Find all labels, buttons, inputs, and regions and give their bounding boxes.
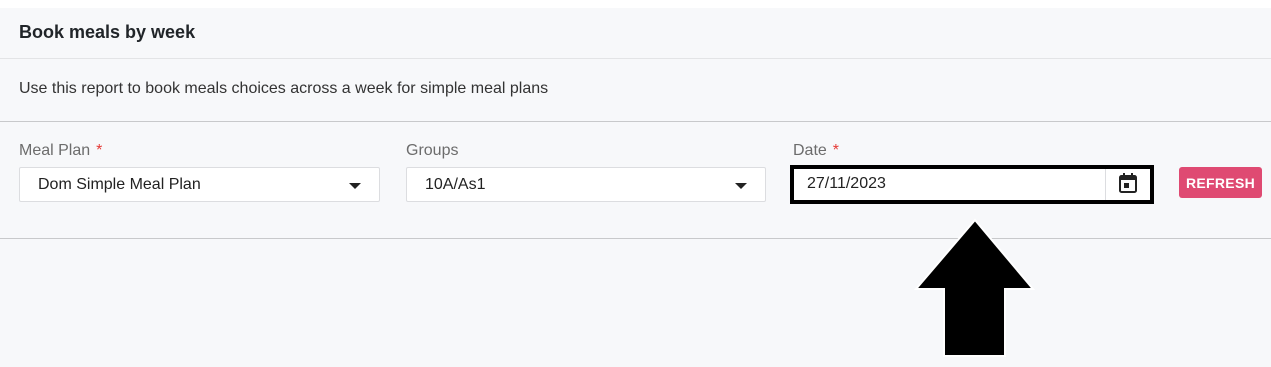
caret-down-icon — [735, 183, 747, 189]
calendar-button[interactable] — [1106, 169, 1150, 200]
meal-plan-label-text: Meal Plan — [19, 142, 91, 159]
meal-plan-select[interactable]: Dom Simple Meal Plan — [19, 167, 380, 202]
groups-select[interactable]: 10A/As1 — [406, 167, 766, 202]
groups-value: 10A/As1 — [425, 176, 486, 193]
divider — [0, 238, 1271, 239]
date-label-text: Date — [793, 142, 827, 159]
up-arrow-annotation — [914, 218, 1036, 357]
page-title: Book meals by week — [19, 22, 196, 42]
date-input[interactable]: 27/11/2023 — [794, 169, 1150, 200]
report-description: Use this report to book meals choices ac… — [19, 80, 549, 97]
caret-down-icon — [349, 183, 361, 189]
refresh-button[interactable]: REFRESH — [1179, 167, 1262, 198]
meal-plan-value: Dom Simple Meal Plan — [38, 176, 201, 193]
groups-label-text: Groups — [406, 142, 459, 159]
date-label: Date * — [793, 142, 839, 160]
panel-header: Book meals by week — [0, 8, 1271, 59]
required-marker: * — [96, 142, 103, 159]
book-meals-panel: Book meals by week Use this report to bo… — [0, 8, 1271, 367]
date-field-highlight: 27/11/2023 — [790, 165, 1154, 204]
groups-label: Groups — [406, 142, 458, 160]
divider — [0, 121, 1271, 122]
calendar-icon — [1119, 173, 1137, 193]
required-marker: * — [832, 142, 840, 159]
meal-plan-label: Meal Plan * — [19, 142, 102, 160]
date-value: 27/11/2023 — [807, 175, 886, 192]
